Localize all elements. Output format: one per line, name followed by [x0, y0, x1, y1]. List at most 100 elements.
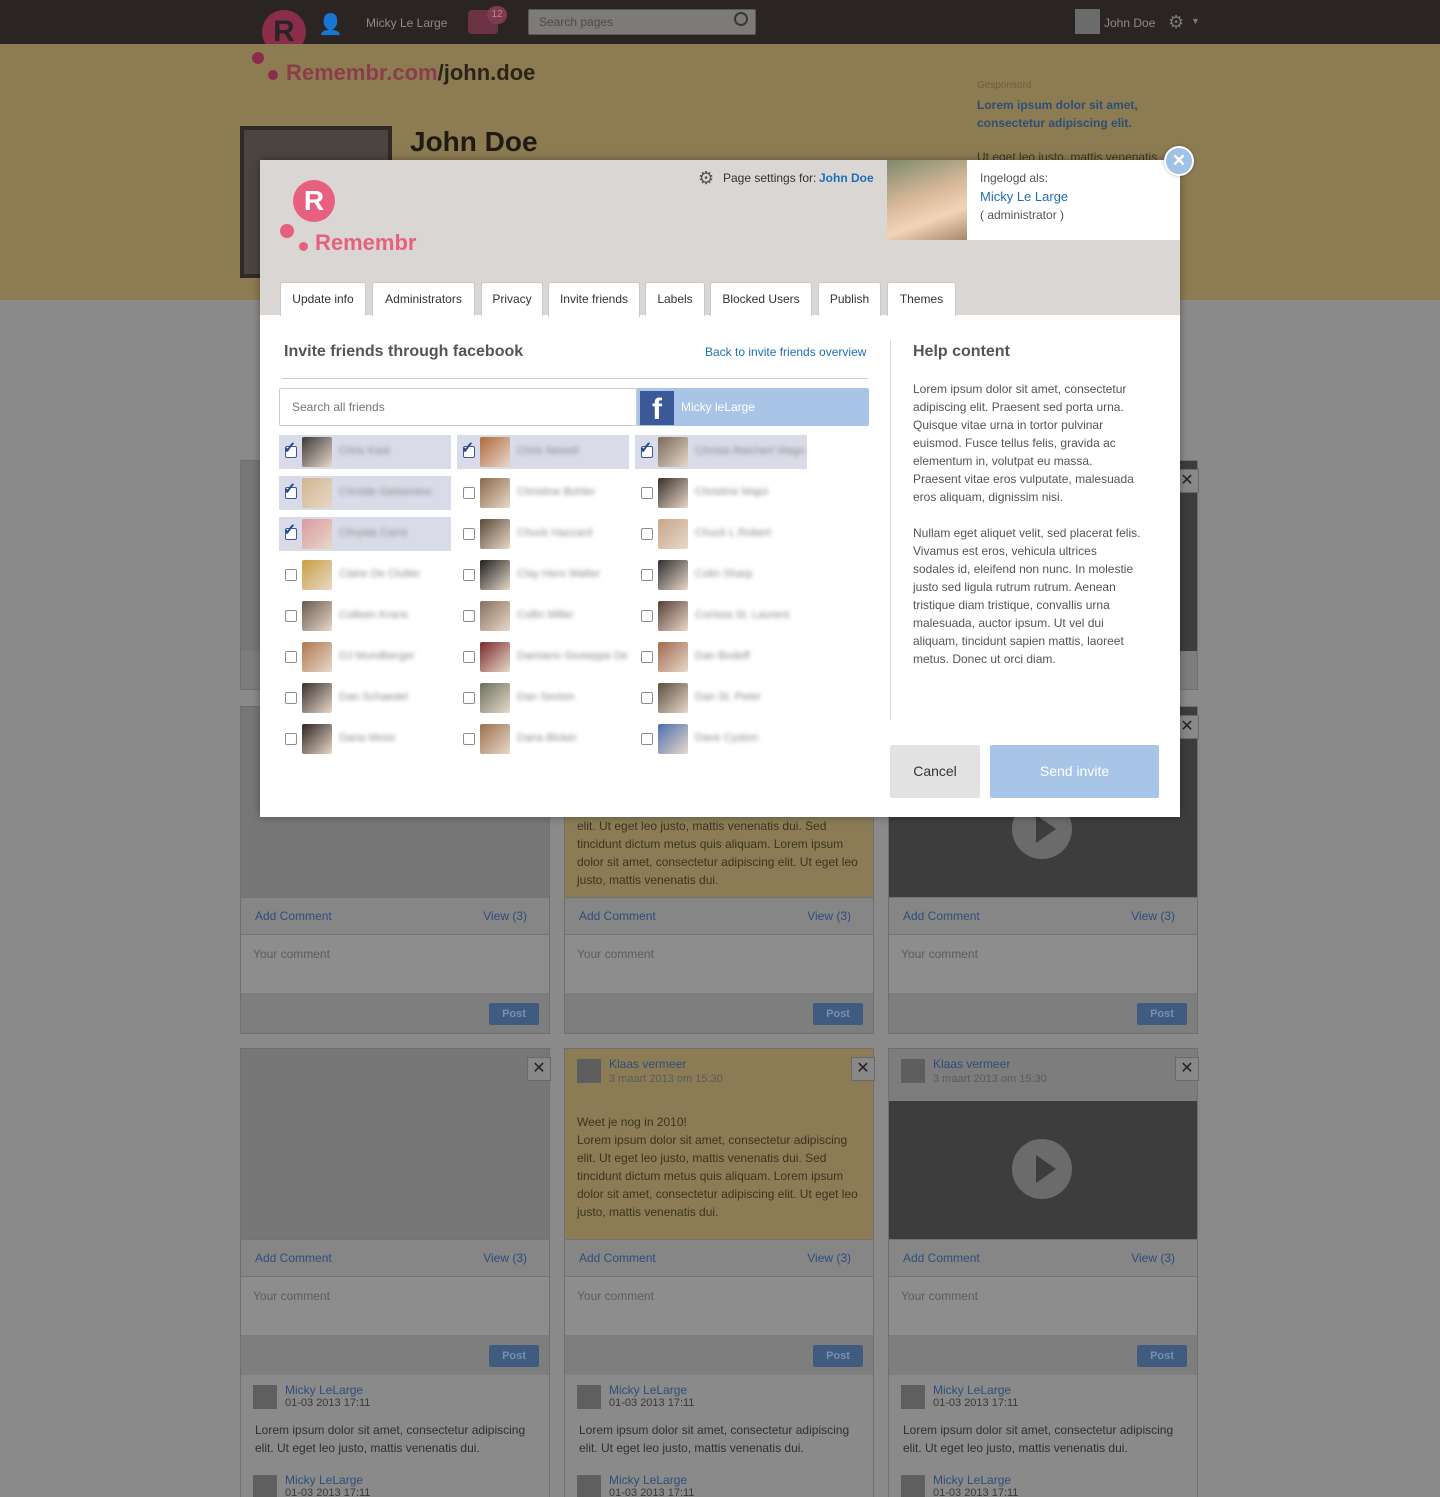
friend-checkbox[interactable]	[285, 733, 297, 745]
feed-user-link[interactable]: Micky LeLarge	[285, 1383, 363, 1397]
account-avatar[interactable]	[1075, 9, 1100, 34]
search-pages-input[interactable]: Search pages	[528, 9, 756, 35]
friend-item[interactable]: Colin Sharp	[635, 558, 807, 592]
feed-user-link[interactable]: Micky LeLarge	[609, 1473, 687, 1487]
settings-page-link[interactable]: John Doe	[819, 171, 874, 185]
add-comment-link[interactable]: Add Comment	[903, 909, 980, 923]
friend-item[interactable]: Claire De Clutter	[279, 558, 451, 592]
friend-item[interactable]: Dan St. Peter	[635, 681, 807, 715]
view-comments-link[interactable]: View (3)	[807, 1251, 851, 1265]
tab-update-info[interactable]: Update info	[280, 282, 366, 316]
feed-user-link[interactable]: Micky LeLarge	[933, 1473, 1011, 1487]
friend-item[interactable]: ✓ Chrysta Carre	[279, 517, 451, 551]
close-card-icon[interactable]: ✕	[1175, 1057, 1199, 1081]
view-comments-link[interactable]: View (3)	[807, 909, 851, 923]
add-comment-link[interactable]: Add Comment	[579, 1251, 656, 1265]
view-comments-link[interactable]: View (3)	[1131, 1251, 1175, 1265]
close-card-icon[interactable]: ✕	[527, 1057, 551, 1081]
add-comment-link[interactable]: Add Comment	[579, 909, 656, 923]
friend-checkbox[interactable]	[463, 733, 475, 745]
friend-item[interactable]: ✓ Chris Kast	[279, 435, 451, 469]
friend-checkbox[interactable]	[641, 569, 653, 581]
feed-avatar[interactable]	[253, 1385, 277, 1409]
friend-item[interactable]: DJ Mundberger	[279, 640, 451, 674]
gear-icon[interactable]: ⚙	[1168, 12, 1184, 33]
feed-avatar[interactable]	[901, 1385, 925, 1409]
feed-user-link[interactable]: Micky LeLarge	[609, 1383, 687, 1397]
post-button[interactable]: Post	[1137, 1345, 1187, 1367]
post-button[interactable]: Post	[489, 1003, 539, 1025]
ad-headline[interactable]: Lorem ipsum dolor sit amet, consectetur …	[977, 96, 1157, 132]
friend-item[interactable]: Dan Sexton	[457, 681, 629, 715]
friend-checkbox[interactable]	[285, 692, 297, 704]
post-button[interactable]: Post	[813, 1003, 863, 1025]
add-comment-link[interactable]: Add Comment	[255, 1251, 332, 1265]
friend-checkbox[interactable]	[641, 651, 653, 663]
send-invite-button[interactable]: Send invite	[990, 745, 1159, 798]
tab-blocked-users[interactable]: Blocked Users	[710, 282, 812, 316]
friend-checkbox[interactable]	[463, 651, 475, 663]
tab-publish[interactable]: Publish	[818, 282, 881, 316]
search-icon[interactable]	[734, 12, 748, 26]
friend-item[interactable]: Clay Hero Walter	[457, 558, 629, 592]
view-comments-link[interactable]: View (3)	[1131, 909, 1175, 923]
friend-checkbox[interactable]	[285, 569, 297, 581]
author-name[interactable]: Klaas vermeer	[933, 1057, 1010, 1071]
friend-checkbox[interactable]	[463, 487, 475, 499]
friend-item[interactable]: ✓ Chris Newell	[457, 435, 629, 469]
topbar-user-name[interactable]: Micky Le Large	[366, 16, 447, 30]
friend-item[interactable]: Chuck L Robert	[635, 517, 807, 551]
friend-item[interactable]: Colleen Krans	[279, 599, 451, 633]
post-button[interactable]: Post	[1137, 1003, 1187, 1025]
friend-checkbox[interactable]	[285, 651, 297, 663]
post-button[interactable]: Post	[489, 1345, 539, 1367]
comment-input[interactable]: Your comment	[889, 1277, 1197, 1335]
account-name[interactable]: John Doe	[1104, 16, 1155, 30]
friend-item[interactable]: Christine Major	[635, 476, 807, 510]
site-url[interactable]: Remembr.com/john.doe	[286, 60, 535, 86]
back-to-overview-link[interactable]: Back to invite friends overview	[705, 345, 866, 359]
tab-administrators[interactable]: Administrators	[372, 282, 475, 316]
feed-user-link[interactable]: Micky LeLarge	[933, 1383, 1011, 1397]
friend-checkbox[interactable]	[285, 610, 297, 622]
friend-checkbox[interactable]	[641, 610, 653, 622]
close-card-icon[interactable]: ✕	[851, 1057, 875, 1081]
modal-close-button[interactable]: ✕	[1164, 146, 1194, 176]
post-button[interactable]: Post	[813, 1345, 863, 1367]
view-comments-link[interactable]: View (3)	[483, 1251, 527, 1265]
comment-input[interactable]: Your comment	[889, 935, 1197, 993]
friend-checkbox[interactable]	[463, 528, 475, 540]
tab-invite-friends[interactable]: Invite friends	[548, 282, 640, 317]
friend-checkbox[interactable]	[641, 733, 653, 745]
feed-avatar[interactable]	[577, 1475, 601, 1497]
friend-item[interactable]: Dave Cyston	[635, 722, 807, 756]
friend-checkbox[interactable]	[463, 692, 475, 704]
friend-item[interactable]: ✓ Christa Reichert Wagner	[635, 435, 807, 469]
cancel-button[interactable]: Cancel	[890, 745, 980, 798]
friend-checkbox[interactable]	[641, 528, 653, 540]
chevron-down-icon[interactable]: ▼	[1191, 16, 1200, 26]
tab-labels[interactable]: Labels	[645, 282, 705, 316]
logged-in-user-link[interactable]: Micky Le Large	[980, 189, 1068, 204]
friend-item[interactable]: Christine Bohler	[457, 476, 629, 510]
author-name[interactable]: Klaas vermeer	[609, 1057, 686, 1071]
add-comment-link[interactable]: Add Comment	[903, 1251, 980, 1265]
comment-input[interactable]: Your comment	[241, 1277, 549, 1335]
friend-item[interactable]: ✓ Christie Gelsomino	[279, 476, 451, 510]
view-comments-link[interactable]: View (3)	[483, 909, 527, 923]
friend-item[interactable]: Collin Miller	[457, 599, 629, 633]
add-comment-link[interactable]: Add Comment	[255, 909, 332, 923]
play-icon[interactable]	[1012, 1139, 1072, 1199]
friend-item[interactable]: Corissa St. Laurent	[635, 599, 807, 633]
feed-avatar[interactable]	[577, 1385, 601, 1409]
tab-privacy[interactable]: Privacy	[481, 282, 543, 316]
friend-item[interactable]: Damiano Giuseppe DeMonte	[457, 640, 629, 674]
tab-themes[interactable]: Themes	[887, 282, 956, 316]
comment-input[interactable]: Your comment	[565, 1277, 873, 1335]
friends-icon[interactable]: 👤	[318, 12, 346, 36]
friend-checkbox[interactable]	[463, 569, 475, 581]
comment-input[interactable]: Your comment	[241, 935, 549, 993]
friend-checkbox[interactable]	[641, 487, 653, 499]
feed-avatar[interactable]	[253, 1475, 277, 1497]
friend-item[interactable]: Dan Bodoff	[635, 640, 807, 674]
